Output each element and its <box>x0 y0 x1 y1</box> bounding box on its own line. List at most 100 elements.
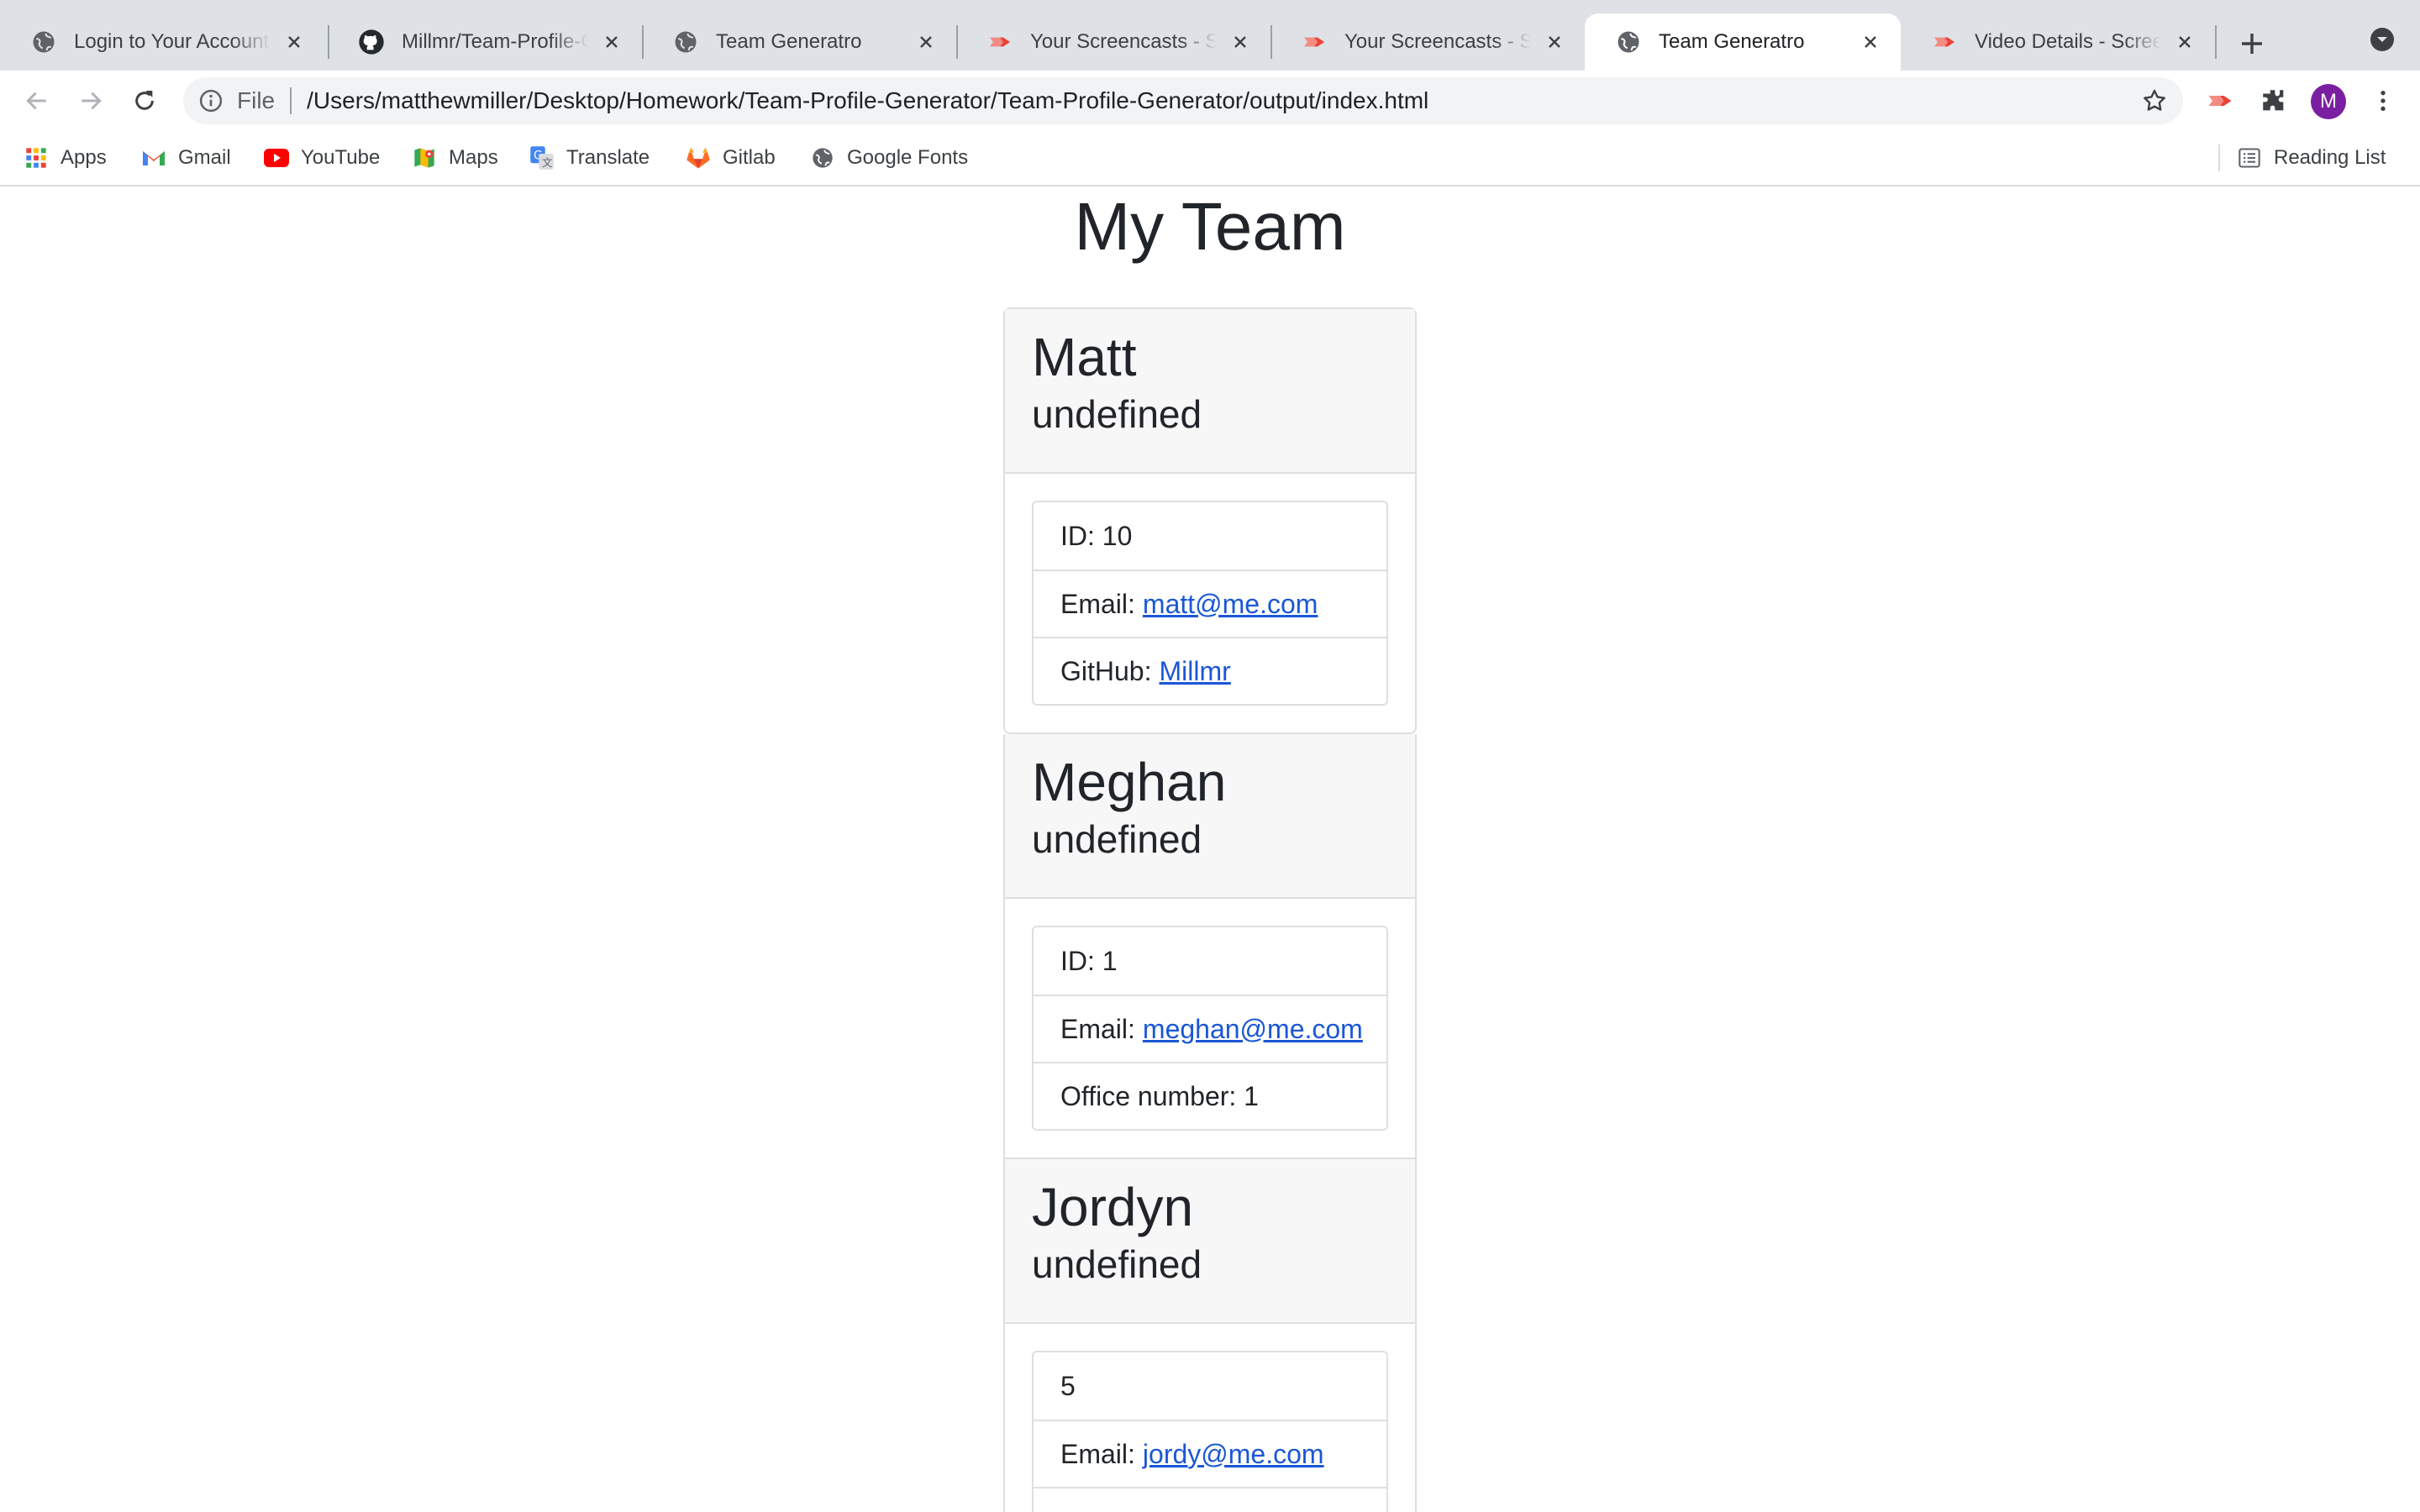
tab-screencasts-2[interactable]: Your Screencasts - Screencastify <box>1270 13 1585 71</box>
divider <box>2218 144 2220 171</box>
tab-login[interactable]: Login to Your Account <box>0 13 324 71</box>
reading-list-button[interactable]: Reading List <box>2237 141 2386 175</box>
tab-title: Your Screencasts - Screencastify <box>1030 30 1217 53</box>
toolbar: File /Users/matthewmiller/Desktop/Homewo… <box>0 71 2420 131</box>
github-label: GitHub: <box>1060 655 1152 686</box>
member-name: Meghan <box>1032 752 1227 812</box>
youtube-icon <box>264 145 289 171</box>
back-button[interactable] <box>18 82 55 119</box>
close-icon[interactable] <box>1543 30 1566 54</box>
gitlab-icon <box>686 145 711 171</box>
reload-icon <box>135 91 154 110</box>
info-icon[interactable] <box>197 87 225 115</box>
email-label: Email: <box>1060 588 1135 619</box>
tab-search-button[interactable] <box>2368 25 2396 54</box>
bookmark-apps[interactable]: Apps <box>24 141 107 175</box>
close-icon[interactable] <box>1228 30 1252 54</box>
screencastify-extension-button[interactable] <box>2202 82 2238 119</box>
profile-avatar[interactable]: M <box>2311 84 2346 119</box>
tab-title: Team Generatro <box>716 30 862 53</box>
tab-title: Team Generatro <box>1659 30 1805 53</box>
globe-icon <box>810 145 835 171</box>
tab-team-generatro[interactable]: Team Generatro <box>642 13 956 71</box>
new-tab-button[interactable] <box>2233 25 2270 62</box>
team-member-card: Meghan undefined ID: 1 Email: meghan@me.… <box>1003 734 1417 1159</box>
member-name: Matt <box>1032 327 1137 387</box>
tab-team-generatro-active[interactable]: Team Generatro <box>1585 13 1901 71</box>
puzzle-icon <box>2263 90 2284 111</box>
bookmark-google-fonts[interactable]: Google Fonts <box>810 141 968 175</box>
tab-github[interactable]: Millmr/Team-Profile-Generator <box>328 13 642 71</box>
github-link[interactable]: Millmr <box>1159 656 1230 687</box>
close-icon[interactable] <box>600 30 623 54</box>
bookmark-gmail[interactable]: Gmail <box>141 141 231 175</box>
github-icon <box>358 29 385 55</box>
tab-title: Your Screencasts - Screencastify <box>1344 30 1531 53</box>
screencastify-icon <box>1931 29 1958 55</box>
bookmark-label: Apps <box>60 146 107 169</box>
close-icon[interactable] <box>2173 30 2196 54</box>
forward-arrow-icon <box>82 92 102 110</box>
bookmark-label: Translate <box>566 146 650 169</box>
globe-icon <box>30 29 57 55</box>
close-icon[interactable] <box>1859 30 1882 54</box>
bookmark-gitlab[interactable]: Gitlab <box>686 141 776 175</box>
email-link[interactable]: matt@me.com <box>1143 589 1318 620</box>
close-icon[interactable] <box>282 30 306 54</box>
bookmark-label: Gmail <box>178 146 231 169</box>
team-member-card: Jordyn undefined 5 Email: jordy@me.com <box>1003 1159 1417 1512</box>
tab-screencasts[interactable]: Your Screencasts - Screencastify <box>956 13 1270 71</box>
team-card-list: Matt undefined ID: 10 Email: matt@me.com… <box>1003 307 1417 1512</box>
extensions-button[interactable] <box>2255 82 2292 119</box>
tab-strip: Login to Your Account Millmr/Team-Profil… <box>0 0 2420 71</box>
email-label: Email: <box>1060 1013 1135 1044</box>
screencastify-icon <box>2208 96 2232 106</box>
card-header: Jordyn undefined <box>1005 1159 1415 1324</box>
kebab-menu-icon <box>2381 91 2386 111</box>
member-id: 5 <box>1060 1370 1076 1401</box>
bookmarks-bar: Apps Gmail YouTube Maps G文 Translate Git… <box>0 131 2420 186</box>
member-role: undefined <box>1032 817 1202 861</box>
tab-title: Login to Your Account <box>74 30 270 53</box>
reading-list-icon <box>2237 145 2262 171</box>
member-email-row: Email: jordy@me.com <box>1034 1420 1386 1487</box>
email-link[interactable]: meghan@me.com <box>1143 1014 1363 1045</box>
tab-title: Video Details - Screencastify <box>1975 30 2161 53</box>
forward-button[interactable] <box>72 82 109 119</box>
member-office-number: Office number: 1 <box>1034 1062 1386 1129</box>
chevron-down-icon <box>2370 28 2394 51</box>
bookmark-maps[interactable]: Maps <box>412 141 498 175</box>
bookmark-youtube[interactable]: YouTube <box>264 141 380 175</box>
reading-list-label: Reading List <box>2274 146 2386 169</box>
tab-video-details[interactable]: Video Details - Screencastify <box>1901 13 2215 71</box>
member-extra-row <box>1034 1487 1386 1512</box>
bookmark-label: Google Fonts <box>847 146 969 169</box>
member-github-row: GitHub: Millmr <box>1034 637 1386 704</box>
address-bar[interactable]: File /Users/matthewmiller/Desktop/Homewo… <box>183 77 2183 124</box>
email-link[interactable]: jordy@me.com <box>1143 1439 1324 1470</box>
card-header: Meghan undefined <box>1005 734 1415 899</box>
maps-icon <box>412 145 437 171</box>
member-id: ID: 1 <box>1060 945 1118 976</box>
close-icon[interactable] <box>914 30 938 54</box>
bookmark-label: Gitlab <box>723 146 776 169</box>
gmail-icon <box>141 145 166 171</box>
member-email-row: Email: meghan@me.com <box>1034 995 1386 1062</box>
reload-button[interactable] <box>126 82 163 119</box>
translate-icon: G文 <box>529 145 555 171</box>
bookmark-label: YouTube <box>301 146 381 169</box>
url-scheme-label: File <box>237 87 276 113</box>
member-details-list: 5 Email: jordy@me.com <box>1032 1351 1388 1512</box>
tab-title: Millmr/Team-Profile-Generator <box>402 30 588 53</box>
page-title: My Team <box>1074 189 1346 264</box>
bookmark-star-icon[interactable] <box>2138 84 2171 118</box>
bookmark-label: Maps <box>449 146 498 169</box>
globe-icon <box>672 29 699 55</box>
browser-menu-button[interactable] <box>2365 82 2402 119</box>
email-label: Email: <box>1060 1438 1135 1469</box>
card-header: Matt undefined <box>1005 309 1415 474</box>
url-text[interactable]: /Users/matthewmiller/Desktop/Homework/Te… <box>307 87 2138 114</box>
bookmark-translate[interactable]: G文 Translate <box>529 141 650 175</box>
globe-icon <box>1615 29 1642 55</box>
screencastify-icon <box>986 29 1013 55</box>
